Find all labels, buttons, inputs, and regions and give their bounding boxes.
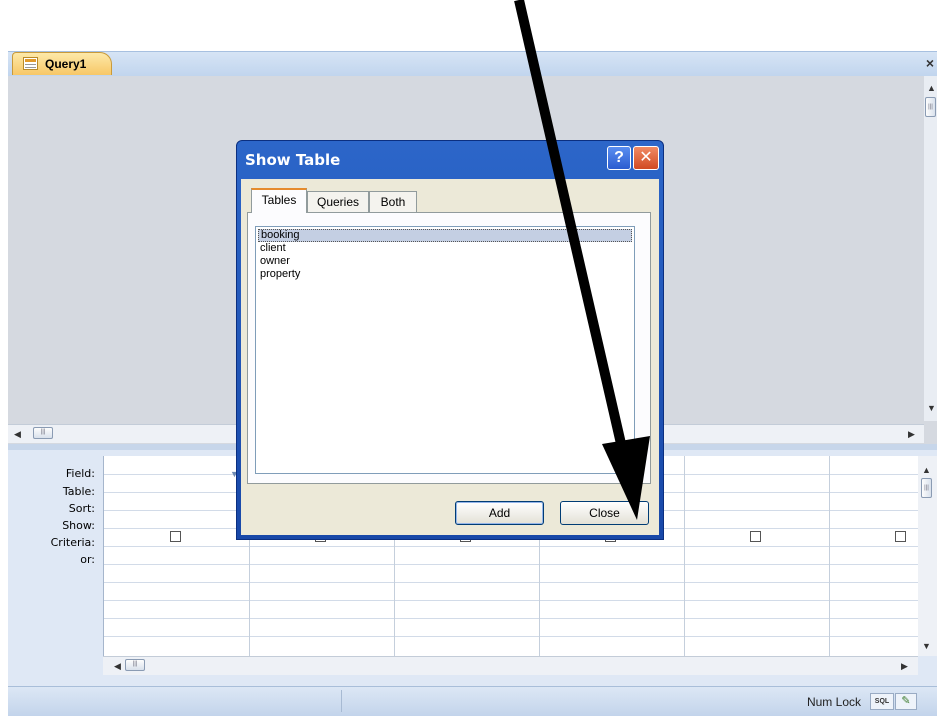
scroll-right-icon[interactable]: ▶	[901, 662, 908, 671]
design-grid-horizontal-scrollbar[interactable]	[103, 656, 918, 675]
query1-document-tab[interactable]: Query1	[12, 52, 112, 75]
help-icon[interactable]: ?	[607, 146, 631, 170]
scroll-left-icon[interactable]: ◀	[114, 662, 121, 671]
tab-queries[interactable]: Queries	[307, 191, 369, 212]
dialog-title: Show Table	[245, 151, 341, 169]
row-label-show: Show:	[62, 519, 95, 532]
show-checkbox[interactable]	[170, 531, 181, 542]
dialog-body: Tables Queries Both booking client owner…	[241, 179, 659, 535]
add-button[interactable]: Add	[455, 501, 544, 525]
scroll-left-icon[interactable]: ◀	[14, 430, 21, 439]
show-table-dialog: Show Table ? ✕ Tables Queries Both booki…	[236, 140, 664, 540]
scroll-thumb-vertical[interactable]: |||	[921, 478, 932, 498]
sql-view-button[interactable]: SQL	[870, 693, 894, 710]
status-bar: Num Lock SQL ✎	[8, 686, 937, 716]
scroll-thumb-horizontal[interactable]: |||	[125, 659, 145, 671]
scroll-down-icon[interactable]: ▼	[922, 642, 931, 651]
row-label-sort: Sort:	[68, 502, 95, 515]
row-label-or: or:	[80, 553, 95, 566]
list-item-booking[interactable]: booking	[258, 229, 632, 242]
scroll-down-icon[interactable]: ▼	[927, 404, 936, 413]
num-lock-indicator: Num Lock	[806, 695, 861, 709]
dialog-close-icon[interactable]: ✕	[633, 146, 659, 170]
row-label-table: Table:	[62, 485, 95, 498]
tables-listbox[interactable]: booking client owner property	[255, 226, 635, 474]
tab-tables[interactable]: Tables	[251, 188, 307, 213]
tab-both[interactable]: Both	[369, 191, 417, 212]
show-checkbox[interactable]	[895, 531, 906, 542]
status-divider	[341, 690, 342, 712]
document-tab-label: Query1	[45, 57, 87, 71]
scroll-thumb-horizontal[interactable]: |||	[33, 427, 53, 439]
document-tab-bar	[8, 51, 937, 76]
scroll-up-icon[interactable]: ▲	[922, 466, 931, 475]
query-icon	[23, 57, 38, 70]
scroll-up-icon[interactable]: ▲	[927, 84, 936, 93]
show-checkbox[interactable]	[750, 531, 761, 542]
design-view-icon[interactable]: ✎	[895, 693, 917, 710]
row-label-field: Field:	[65, 467, 95, 480]
scroll-thumb-vertical[interactable]: |||	[925, 97, 936, 117]
list-item-client[interactable]: client	[258, 242, 632, 255]
list-item-owner[interactable]: owner	[258, 255, 632, 268]
row-label-criteria: Criteria:	[50, 536, 95, 549]
table-pane-vertical-scrollbar[interactable]	[924, 76, 937, 421]
scroll-right-icon[interactable]: ▶	[908, 430, 915, 439]
close-document-icon[interactable]: ×	[923, 55, 937, 71]
list-item-property[interactable]: property	[258, 268, 632, 281]
close-button[interactable]: Close	[560, 501, 649, 525]
